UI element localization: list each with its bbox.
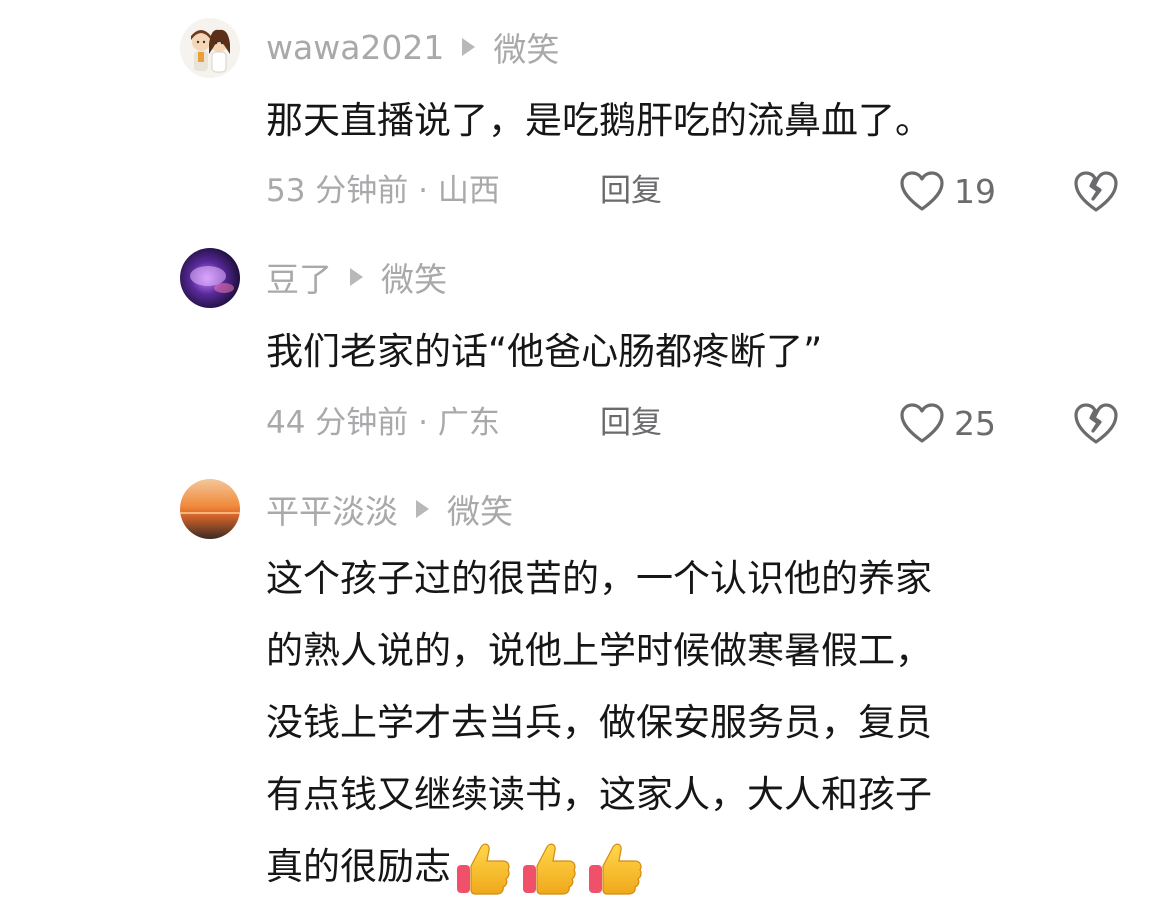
like-button[interactable]: 19 bbox=[898, 166, 996, 216]
thumbs-up-icon bbox=[457, 843, 510, 895]
comment-header: 平平淡淡 微笑 bbox=[266, 484, 513, 534]
sunset-avatar-icon bbox=[180, 479, 240, 539]
comment-header: 豆了 微笑 bbox=[266, 252, 447, 302]
play-arrow-icon bbox=[462, 38, 476, 56]
thumbs-up-icon bbox=[589, 843, 642, 895]
emoji-group bbox=[453, 839, 651, 899]
heart-icon bbox=[900, 403, 944, 443]
dislike-button[interactable] bbox=[1072, 168, 1120, 222]
reaction-label: 微笑 bbox=[381, 260, 447, 299]
comment-list: wawa2021 微笑 那天直播说了，是吃鹅肝吃的流鼻血了。 53 分钟前 · … bbox=[0, 0, 1170, 903]
reply-button[interactable]: 回复 bbox=[600, 166, 662, 216]
play-arrow-icon bbox=[416, 500, 429, 518]
avatar[interactable] bbox=[180, 18, 240, 78]
time-location: 53 分钟前 · 山西 bbox=[266, 173, 500, 209]
reply-button[interactable]: 回复 bbox=[600, 398, 662, 448]
broken-heart-icon bbox=[1074, 403, 1118, 444]
dislike-button[interactable] bbox=[1072, 400, 1120, 454]
play-arrow-icon bbox=[350, 268, 363, 286]
comment-meta: 53 分钟前 · 山西 回复 19 bbox=[266, 166, 1126, 216]
like-count: 25 bbox=[954, 403, 996, 443]
comment-text: 这个孩子过的很苦的，一个认识他的养家 的熟人说的，说他上学时候做寒暑假工， 没钱… bbox=[266, 543, 1096, 903]
comment-text: 那天直播说了，是吃鹅肝吃的流鼻血了。 bbox=[266, 99, 932, 142]
heart-icon bbox=[900, 171, 944, 211]
avatar[interactable] bbox=[180, 479, 240, 539]
purple-galaxy-avatar-icon bbox=[180, 248, 240, 308]
like-count: 19 bbox=[954, 171, 996, 211]
avatar[interactable] bbox=[180, 248, 240, 308]
comment-meta: 44 分钟前 · 广东 回复 25 bbox=[266, 398, 1126, 448]
username[interactable]: wawa2021 bbox=[266, 28, 444, 67]
time-location: 44 分钟前 · 广东 bbox=[266, 405, 500, 441]
comment-header: wawa2021 微笑 bbox=[266, 22, 559, 72]
comment-text: 我们老家的话“他爸心肠都疼断了” bbox=[266, 330, 823, 373]
username[interactable]: 豆了 bbox=[266, 253, 332, 301]
couple-cartoon-avatar-icon bbox=[180, 18, 240, 78]
reaction-label: 微笑 bbox=[447, 492, 513, 531]
like-button[interactable]: 25 bbox=[898, 398, 996, 448]
broken-heart-icon bbox=[1074, 171, 1118, 212]
username[interactable]: 平平淡淡 bbox=[266, 485, 398, 533]
thumbs-up-icon bbox=[523, 843, 576, 895]
reaction-label: 微笑 bbox=[493, 30, 560, 69]
